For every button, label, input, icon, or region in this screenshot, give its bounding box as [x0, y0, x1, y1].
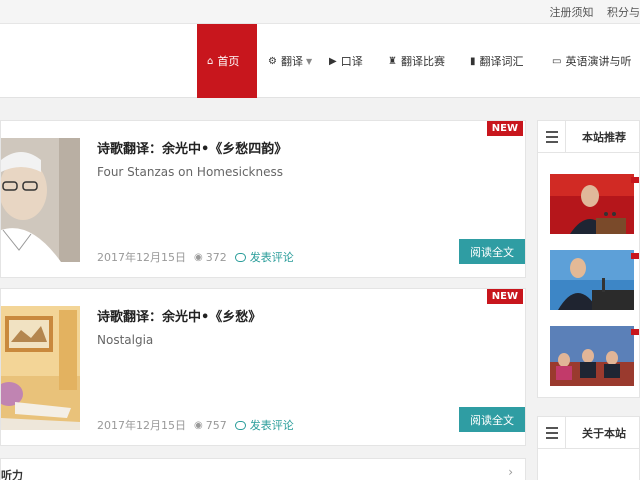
sidebar-about: 关于本站	[537, 416, 640, 480]
monitor-icon: ▭	[552, 55, 562, 67]
sidebar-title: 本站推荐	[582, 130, 626, 144]
nav-item-label: 翻译	[280, 55, 303, 68]
register-notice-link[interactable]: 注册须知	[550, 6, 594, 19]
article-title[interactable]: 诗歌翻译：余光中•《乡愁四韵》	[97, 138, 287, 157]
article-meta: 2017年12月15日 ◉ 757 发表评论	[97, 417, 294, 433]
nav-item-translation[interactable]: ⚙ 翻译 ▼	[268, 24, 312, 98]
nav-item-interpretation[interactable]: ▶ 口译	[329, 24, 363, 98]
recommended-tag	[631, 329, 639, 335]
views-count: ◉ 757	[194, 419, 227, 432]
menu-icon[interactable]	[538, 120, 566, 153]
points-link[interactable]: 积分与	[607, 6, 640, 19]
comment-label: 发表评论	[249, 419, 294, 432]
new-badge: NEW	[486, 121, 523, 136]
menu-icon[interactable]	[538, 416, 566, 449]
nav-item-label: 口译	[340, 55, 363, 68]
article-date: 2017年12月15日	[97, 251, 186, 264]
nav-item-label: 翻译词汇	[479, 55, 524, 68]
play-circle-icon: ▶	[329, 55, 337, 67]
sidebar-header: 关于本站	[538, 416, 640, 449]
section-label: 听力	[1, 469, 23, 480]
sidebar-header: 本站推荐	[538, 120, 640, 153]
recommended-thumbnail[interactable]	[550, 326, 634, 386]
views-value: 372	[205, 250, 227, 264]
article-date: 2017年12月15日	[97, 419, 186, 432]
read-more-button[interactable]: 阅读全文	[459, 407, 525, 432]
views-count: ◉ 372	[194, 251, 227, 264]
nav-item-speech[interactable]: ▭ 英语演讲与听	[552, 24, 631, 98]
nav-item-vocabulary[interactable]: ▮ 翻译词汇	[470, 24, 524, 98]
eye-icon: ◉	[194, 251, 203, 263]
recommended-tag	[631, 253, 639, 259]
article-card: 诗歌翻译：余光中•《乡愁四韵》 Four Stanzas on Homesick…	[0, 120, 526, 278]
comment-link[interactable]: 发表评论	[234, 417, 294, 433]
article-title[interactable]: 诗歌翻译：余光中•《乡愁》	[97, 306, 261, 325]
chevron-right-icon: ›	[508, 465, 513, 479]
article-thumbnail[interactable]	[1, 306, 80, 430]
nav-item-label: 首页	[217, 55, 240, 68]
views-value: 757	[205, 418, 227, 432]
comment-label: 发表评论	[249, 251, 294, 264]
comment-link[interactable]: 发表评论	[234, 249, 294, 265]
read-more-button[interactable]: 阅读全文	[459, 239, 525, 264]
sidebar-title: 关于本站	[582, 426, 626, 440]
article-card: 诗歌翻译：余光中•《乡愁》 Nostalgia 2017年12月15日 ◉ 75…	[0, 288, 526, 446]
nav-item-home[interactable]: ⌂ 首页	[197, 24, 257, 98]
sidebar-recommended: 本站推荐	[537, 120, 640, 398]
file-icon: ▮	[470, 55, 476, 67]
eye-icon: ◉	[194, 419, 203, 431]
cogs-icon: ⚙	[268, 55, 277, 67]
nav-item-contest[interactable]: ♜ 翻译比赛	[388, 24, 445, 98]
article-thumbnail[interactable]	[1, 138, 80, 262]
recommended-tag	[631, 177, 639, 183]
listening-section-header[interactable]: 听力 ›	[0, 458, 526, 480]
recommended-thumbnail[interactable]	[550, 250, 634, 310]
recommended-thumbnail[interactable]	[550, 174, 634, 234]
top-utility-bar: 注册须知 积分与	[0, 0, 640, 24]
new-badge: NEW	[486, 289, 523, 304]
nav-item-label: 翻译比赛	[400, 55, 445, 68]
nav-item-label: 英语演讲与听	[565, 55, 632, 68]
trophy-icon: ♜	[388, 55, 397, 67]
main-nav: ⌂ 首页 ⚙ 翻译 ▼ ▶ 口译 ♜ 翻译比赛 ▮ 翻译词汇 ▭ 英语演讲与听	[0, 24, 640, 98]
article-subtitle: Four Stanzas on Homesickness	[97, 165, 283, 179]
top-links: 注册须知 积分与	[540, 4, 640, 20]
article-subtitle: Nostalgia	[97, 333, 154, 347]
comment-bubble-icon	[234, 420, 246, 430]
comment-bubble-icon	[234, 252, 246, 262]
chevron-down-icon: ▼	[305, 56, 313, 66]
home-icon: ⌂	[207, 55, 214, 67]
article-meta: 2017年12月15日 ◉ 372 发表评论	[97, 249, 294, 265]
